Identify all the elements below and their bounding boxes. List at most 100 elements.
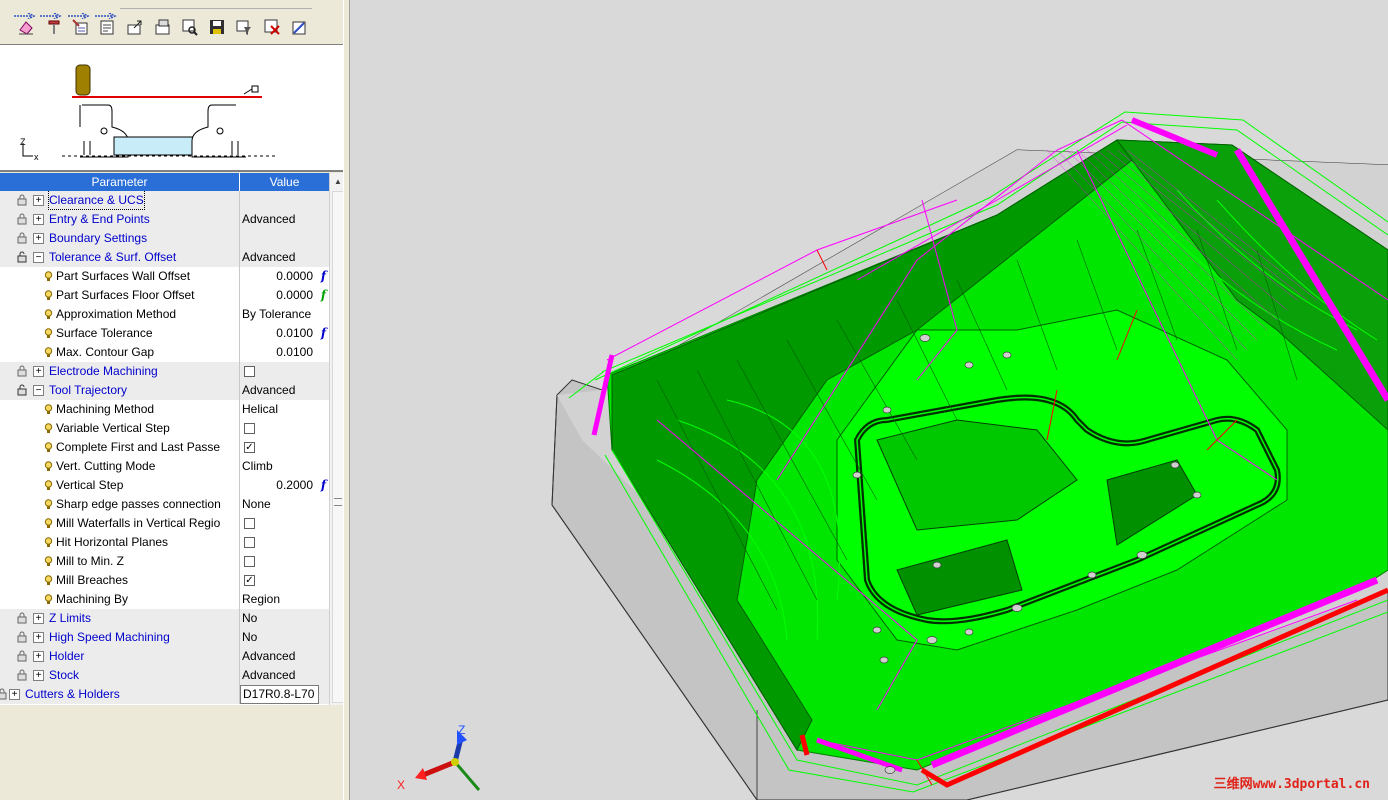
graphics-viewport[interactable]: Z X 三维网www.3dportal.cn: [357, 0, 1388, 800]
tool-icon[interactable]: [43, 16, 65, 38]
row-label: Max. Contour Gap: [56, 345, 155, 359]
row-label: Mill Waterfalls in Vertical Regio: [56, 516, 221, 530]
bulb-icon: [44, 290, 53, 300]
row-value[interactable]: No: [240, 628, 329, 647]
row-holder[interactable]: + Holder Advanced: [0, 647, 329, 666]
cutter-value-field[interactable]: D17R0.8-L70: [240, 685, 319, 704]
parameters-icon[interactable]: [69, 16, 91, 38]
collapse-icon[interactable]: −: [33, 252, 44, 263]
lock-icon: [17, 669, 27, 681]
tool-preview: Z x: [0, 44, 349, 172]
row-sharp-edge-passes[interactable]: Sharp edge passes connection None: [0, 495, 329, 514]
row-value[interactable]: Advanced: [240, 666, 329, 685]
formula-icon[interactable]: f: [321, 286, 326, 304]
row-boundary-settings[interactable]: + Boundary Settings: [0, 229, 329, 248]
bulb-icon: [44, 404, 53, 414]
filter-icon[interactable]: [233, 16, 255, 38]
row-value-cell[interactable]: 0.0000 f: [240, 286, 329, 305]
row-value[interactable]: By Tolerance: [240, 305, 329, 324]
mill-breaches-checkbox[interactable]: ✓: [244, 575, 255, 586]
row-mill-breaches[interactable]: Mill Breaches ✓: [0, 571, 329, 590]
row-variable-vertical-step[interactable]: Variable Vertical Step: [0, 419, 329, 438]
row-label: Z Limits: [49, 611, 91, 625]
row-value[interactable]: None: [240, 495, 329, 514]
row-part-surfaces-wall-offset[interactable]: Part Surfaces Wall Offset 0.0000 f: [0, 267, 329, 286]
parameter-panel: Z x Parameter Value + Clearance & UCS + En…: [0, 0, 350, 800]
formula-icon[interactable]: f: [321, 267, 326, 285]
row-value-cell[interactable]: 0.2000 f: [240, 476, 329, 495]
row-value[interactable]: Advanced: [240, 248, 329, 267]
row-high-speed-machining[interactable]: + High Speed Machining No: [0, 628, 329, 647]
expand-icon[interactable]: +: [33, 632, 44, 643]
clear-icon[interactable]: [15, 16, 37, 38]
row-value[interactable]: Advanced: [240, 381, 329, 400]
search-icon[interactable]: [179, 16, 201, 38]
expand-icon[interactable]: +: [9, 689, 20, 700]
preview-axis-z: Z: [20, 137, 26, 147]
edit-icon[interactable]: [96, 16, 118, 38]
lock-icon: [17, 631, 27, 643]
bulb-icon: [44, 442, 53, 452]
complete-first-last-passes-checkbox[interactable]: ✓: [244, 442, 255, 453]
electrode-machining-checkbox[interactable]: [244, 366, 255, 377]
row-value[interactable]: Advanced: [240, 647, 329, 666]
header-value[interactable]: Value: [240, 173, 329, 191]
row-label: High Speed Machining: [49, 630, 170, 644]
row-mill-waterfalls[interactable]: Mill Waterfalls in Vertical Regio: [0, 514, 329, 533]
row-value-cell[interactable]: 0.0100: [240, 343, 329, 362]
expand-icon[interactable]: +: [33, 233, 44, 244]
row-vertical-step[interactable]: Vertical Step 0.2000 f: [0, 476, 329, 495]
row-value-cell[interactable]: 0.0000 f: [240, 267, 329, 286]
bulb-icon: [44, 537, 53, 547]
row-clearance-ucs[interactable]: + Clearance & UCS: [0, 191, 329, 210]
formula-icon[interactable]: f: [321, 324, 326, 342]
close-icon[interactable]: [288, 16, 310, 38]
row-approximation-method[interactable]: Approximation Method By Tolerance: [0, 305, 329, 324]
expand-icon[interactable]: +: [33, 366, 44, 377]
mill-waterfalls-checkbox[interactable]: [244, 518, 255, 529]
row-surface-tolerance[interactable]: Surface Tolerance 0.0100 f: [0, 324, 329, 343]
expand-icon[interactable]: +: [33, 651, 44, 662]
row-machining-method[interactable]: Machining Method Helical: [0, 400, 329, 419]
import-icon[interactable]: [152, 16, 174, 38]
panel-splitter[interactable]: [343, 0, 350, 800]
expand-icon[interactable]: +: [33, 613, 44, 624]
row-electrode-machining[interactable]: + Electrode Machining: [0, 362, 329, 381]
row-stock[interactable]: + Stock Advanced: [0, 666, 329, 685]
row-cutters-holders[interactable]: + Cutters & Holders D17R0.8-L70: [0, 685, 329, 704]
row-value: 0.0100: [276, 326, 313, 340]
row-max-contour-gap[interactable]: Max. Contour Gap 0.0100: [0, 343, 329, 362]
variable-vertical-step-checkbox[interactable]: [244, 423, 255, 434]
delete-icon[interactable]: [261, 16, 283, 38]
formula-icon[interactable]: f: [321, 476, 326, 494]
row-value[interactable]: Climb: [240, 457, 329, 476]
expand-icon[interactable]: +: [33, 670, 44, 681]
row-tolerance-surf-offset[interactable]: − Tolerance & Surf. Offset Advanced: [0, 248, 329, 267]
row-label: Approximation Method: [56, 307, 177, 321]
row-value[interactable]: No: [240, 609, 329, 628]
row-complete-first-last-passes[interactable]: Complete First and Last Passe ✓: [0, 438, 329, 457]
row-mill-to-min-z[interactable]: Mill to Min. Z: [0, 552, 329, 571]
row-value[interactable]: Advanced: [240, 210, 329, 229]
row-tool-trajectory[interactable]: − Tool Trajectory Advanced: [0, 381, 329, 400]
row-value-cell[interactable]: 0.0100 f: [240, 324, 329, 343]
expand-icon[interactable]: +: [33, 214, 44, 225]
collapse-icon[interactable]: −: [33, 385, 44, 396]
row-z-limits[interactable]: + Z Limits No: [0, 609, 329, 628]
row-entry-end-points[interactable]: + Entry & End Points Advanced: [0, 210, 329, 229]
hit-horizontal-planes-checkbox[interactable]: [244, 537, 255, 548]
row-value[interactable]: Helical: [240, 400, 329, 419]
header-parameter[interactable]: Parameter: [0, 173, 240, 191]
row-part-surfaces-floor-offset[interactable]: Part Surfaces Floor Offset 0.0000 f: [0, 286, 329, 305]
expand-icon[interactable]: +: [33, 195, 44, 206]
row-vert-cutting-mode[interactable]: Vert. Cutting Mode Climb: [0, 457, 329, 476]
row-machining-by[interactable]: Machining By Region: [0, 590, 329, 609]
lock-icon: [17, 232, 27, 244]
axis-x-label: X: [397, 778, 405, 792]
row-label: Clearance & UCS: [48, 191, 145, 210]
save-icon[interactable]: [206, 16, 228, 38]
row-value[interactable]: Region: [240, 590, 329, 609]
export-icon[interactable]: [124, 16, 146, 38]
mill-to-min-z-checkbox[interactable]: [244, 556, 255, 567]
row-hit-horizontal-planes[interactable]: Hit Horizontal Planes: [0, 533, 329, 552]
